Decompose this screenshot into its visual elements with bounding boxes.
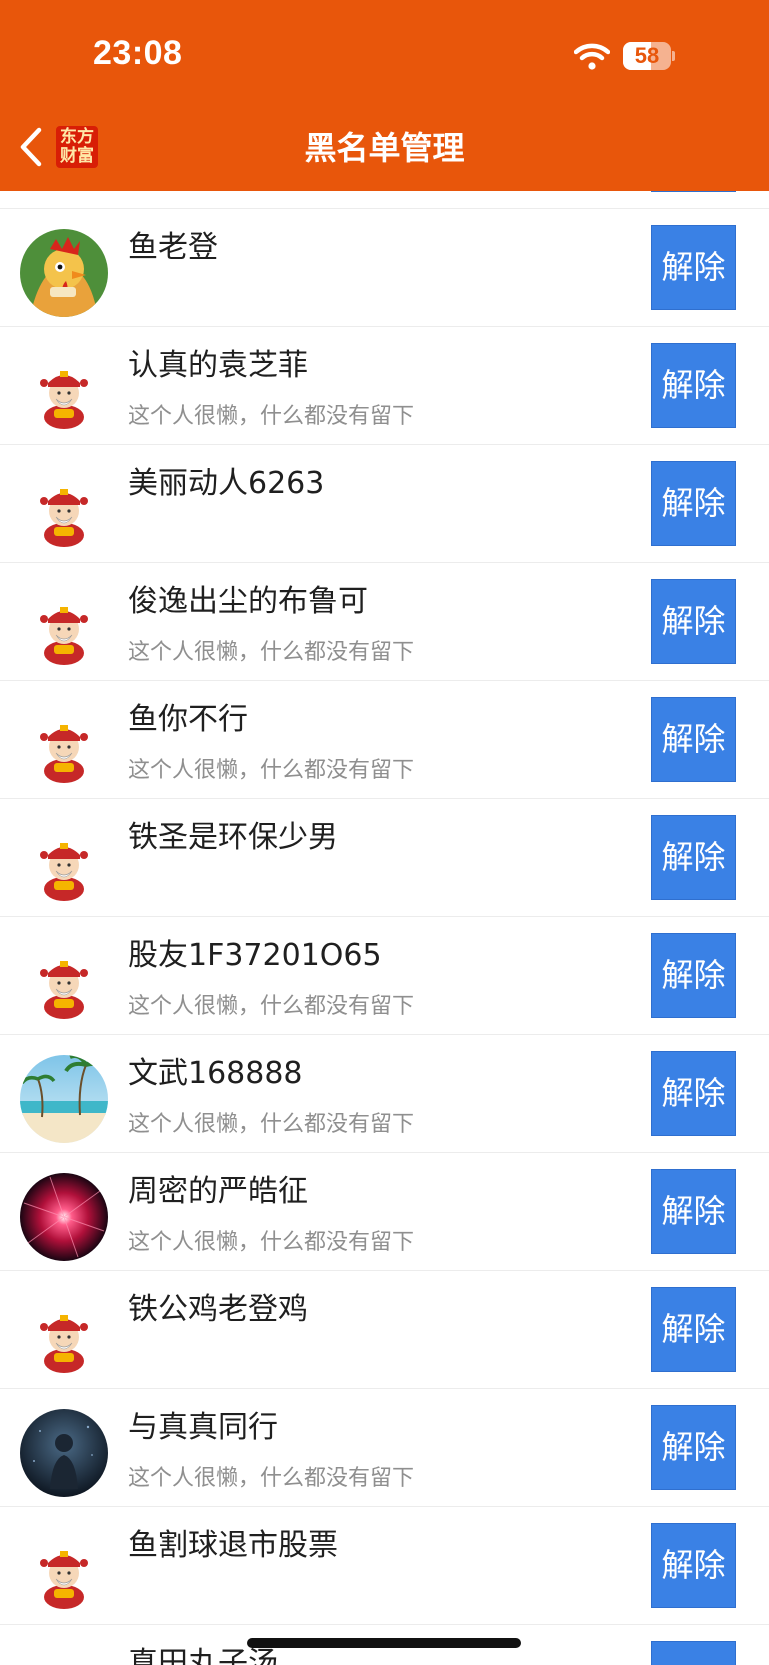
- unblock-button[interactable]: 解除: [651, 1523, 736, 1608]
- page-title: 黑名单管理: [304, 129, 465, 167]
- user-name[interactable]: 鱼你不行: [128, 701, 248, 739]
- unblock-button[interactable]: 解除: [651, 1405, 736, 1490]
- list-item: 股友1F37201O65 这个人很懒，什么都没有留下 解除: [0, 918, 769, 1035]
- status-time: 23:08: [93, 34, 183, 72]
- avatar[interactable]: [20, 1527, 108, 1615]
- unblock-button[interactable]: 解除: [651, 815, 736, 900]
- unblock-button[interactable]: 解除: [651, 343, 736, 428]
- avatar[interactable]: [20, 583, 108, 671]
- avatar[interactable]: [20, 1291, 108, 1379]
- user-name[interactable]: 铁公鸡老登鸡: [128, 1291, 308, 1329]
- list-item: 与真真同行这个人很懒，什么都没有留下 解除: [0, 1390, 769, 1507]
- list-item: 铁公鸡老登鸡 解除: [0, 1272, 769, 1389]
- list-item: 鱼你不行这个人很懒，什么都没有留下 解除: [0, 682, 769, 799]
- user-name[interactable]: 周密的严皓征: [128, 1173, 308, 1211]
- unblock-button[interactable]: 解除: [651, 1641, 736, 1665]
- avatar[interactable]: [20, 1173, 108, 1261]
- user-name[interactable]: 鱼割球退市股票: [128, 1527, 338, 1565]
- user-signature: 这个人很懒，什么都没有留下: [128, 640, 415, 665]
- user-name[interactable]: 文武168888: [128, 1055, 303, 1093]
- user-signature: 这个人很懒，什么都没有留下: [128, 1230, 415, 1255]
- wifi-icon: [574, 43, 610, 70]
- unblock-button[interactable]: 解除: [651, 461, 736, 546]
- unblock-button[interactable]: 解除: [651, 1169, 736, 1254]
- avatar[interactable]: [20, 347, 108, 435]
- unblock-button[interactable]: 解除: [651, 225, 736, 310]
- avatar[interactable]: [20, 819, 108, 907]
- user-signature: 这个人很懒，什么都没有留下: [128, 1112, 415, 1137]
- user-name[interactable]: 股友1F37201O65: [128, 937, 382, 975]
- avatar[interactable]: [20, 701, 108, 789]
- user-name[interactable]: 真田丸子汤: [128, 1645, 278, 1665]
- user-name[interactable]: 铁圣是环保少男: [128, 819, 338, 857]
- user-signature: 这个人很懒，什么都没有留下: [128, 1466, 415, 1491]
- avatar[interactable]: [20, 1645, 108, 1665]
- avatar[interactable]: [20, 465, 108, 553]
- user-signature: 这个人很懒，什么都没有留下: [128, 758, 415, 783]
- user-signature: 这个人很懒，什么都没有留下: [128, 404, 415, 429]
- list-item: 鱼老登 解除: [0, 210, 769, 327]
- user-name[interactable]: 鱼老登: [128, 229, 218, 267]
- blacklist: 鱼老登 解除 认真的袁芝菲 这个人很懒，什么都没有留下 解除 美丽动人6263 解除: [0, 0, 769, 1665]
- list-item: 认真的袁芝菲这个人很懒，什么都没有留下 解除: [0, 328, 769, 445]
- battery-icon: 58: [623, 42, 675, 70]
- avatar[interactable]: [20, 1055, 108, 1143]
- avatar[interactable]: [20, 937, 108, 1025]
- unblock-button[interactable]: 解除: [651, 1287, 736, 1372]
- list-item: 俊逸出尘的布鲁可这个人很懒，什么都没有留下 解除: [0, 564, 769, 681]
- user-signature: 这个人很懒，什么都没有留下: [128, 994, 415, 1019]
- user-name[interactable]: 美丽动人6263: [128, 465, 324, 503]
- battery-level: 58: [634, 43, 660, 68]
- list-item: 美丽动人6263 解除: [0, 446, 769, 563]
- user-name[interactable]: 与真真同行: [128, 1409, 278, 1447]
- nav-header: 23:08 58 东方 财富 黑名单管理: [0, 0, 769, 191]
- list-item: 周密的严皓征这个人很懒，什么都没有留下 解除: [0, 1154, 769, 1271]
- unblock-button[interactable]: 解除: [651, 933, 736, 1018]
- home-indicator: [247, 1638, 521, 1648]
- avatar[interactable]: [20, 229, 108, 317]
- avatar[interactable]: [20, 1409, 108, 1497]
- unblock-button[interactable]: 解除: [651, 579, 736, 664]
- unblock-button[interactable]: 解除: [651, 1051, 736, 1136]
- user-name[interactable]: 俊逸出尘的布鲁可: [128, 583, 368, 621]
- list-item: 鱼割球退市股票 解除: [0, 1508, 769, 1625]
- unblock-button[interactable]: 解除: [651, 697, 736, 782]
- user-name[interactable]: 认真的袁芝菲: [128, 347, 308, 385]
- list-item: 文武168888 这个人很懒，什么都没有留下 解除: [0, 1036, 769, 1153]
- list-item: 铁圣是环保少男 解除: [0, 800, 769, 917]
